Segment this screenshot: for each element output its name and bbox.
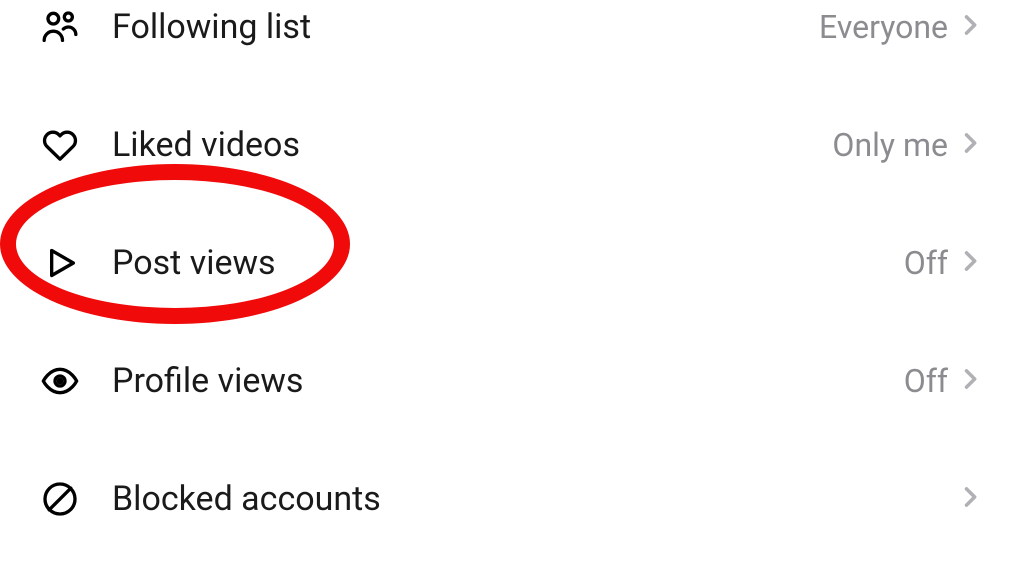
row-value: Only me: [832, 126, 948, 164]
settings-list: Following list Everyone Liked videos Onl…: [0, 0, 1024, 558]
row-post-views[interactable]: Post views Off: [40, 204, 984, 322]
row-label: Post views: [112, 243, 904, 283]
row-label: Profile views: [112, 361, 904, 401]
people-icon: [40, 7, 112, 47]
row-value: Everyone: [819, 8, 948, 46]
row-value: Off: [904, 244, 948, 282]
chevron-right-icon: [956, 11, 984, 43]
row-liked-videos[interactable]: Liked videos Only me: [40, 86, 984, 204]
block-icon: [40, 479, 112, 519]
play-icon: [40, 243, 112, 283]
chevron-right-icon: [956, 483, 984, 515]
row-label: Blocked accounts: [112, 479, 948, 519]
chevron-right-icon: [956, 129, 984, 161]
heart-icon: [40, 125, 112, 165]
row-profile-views[interactable]: Profile views Off: [40, 322, 984, 440]
row-label: Liked videos: [112, 125, 832, 165]
eye-icon: [40, 361, 112, 401]
row-blocked-accounts[interactable]: Blocked accounts: [40, 440, 984, 558]
chevron-right-icon: [956, 247, 984, 279]
row-label: Following list: [112, 7, 819, 47]
chevron-right-icon: [956, 365, 984, 397]
row-value: Off: [904, 362, 948, 400]
row-following-list[interactable]: Following list Everyone: [40, 0, 984, 86]
